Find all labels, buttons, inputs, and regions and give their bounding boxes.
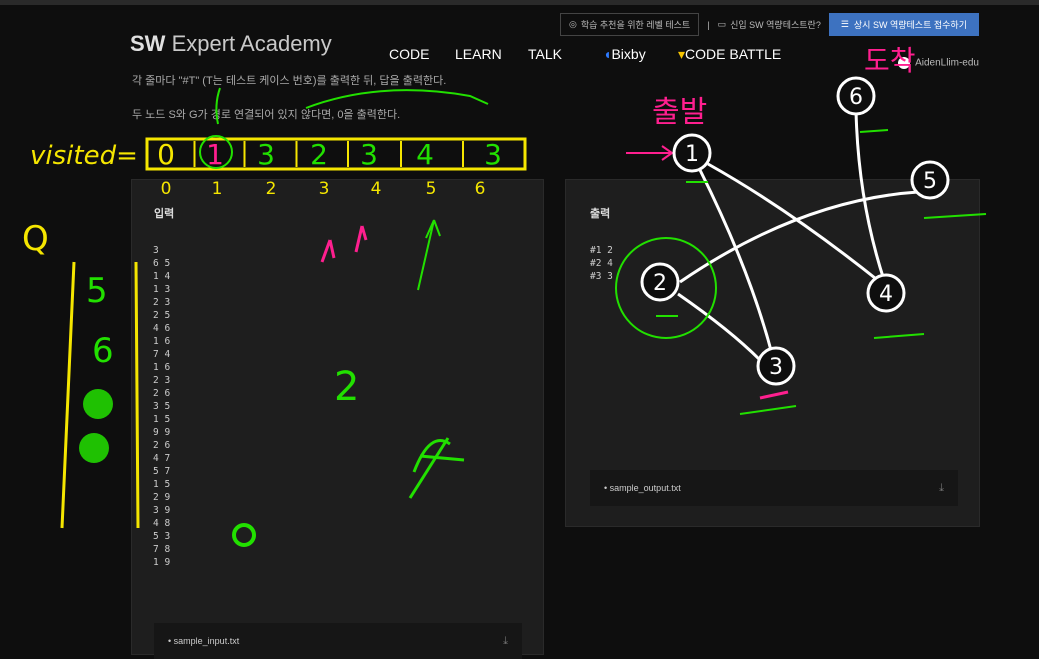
- apply-test-button[interactable]: ☰ 상시 SW 역량테스트 접수하기: [828, 13, 979, 36]
- problem-line-1: 각 줄마다 "#T" (T는 테스트 케이스 번호)를 출력한 뒤, 답을 출력…: [132, 75, 447, 87]
- nav-code-battle[interactable]: ▾CODE BATTLE: [678, 46, 781, 63]
- input-line: 1 4: [153, 271, 171, 282]
- input-line: 4 8: [153, 518, 171, 529]
- check-circle-icon: ◎: [568, 19, 577, 29]
- input-line: 2 6: [153, 388, 171, 399]
- visited-array-box: [145, 137, 527, 171]
- queue-scribble-1: [83, 389, 113, 419]
- nav-talk[interactable]: TALK: [528, 46, 603, 63]
- visited-value: 1: [206, 138, 224, 171]
- input-line: 3 9: [153, 505, 171, 516]
- user-menu[interactable]: AidenLlim-edu: [897, 57, 979, 69]
- site-header: SW Expert Academy ◎ 학습 추천을 위한 레벨 테스트 | ▭…: [0, 5, 1039, 70]
- input-file-bar[interactable]: • sample_input.txt ⤓: [154, 623, 522, 659]
- output-line: #1 2: [590, 245, 613, 256]
- graph-node-circle: [672, 133, 712, 173]
- newbie-test-link[interactable]: ▭ 신입 SW 역량테스트란?: [718, 18, 821, 31]
- bixby-icon: ◖: [603, 46, 612, 62]
- main-nav: CODE LEARN TALK ◖Bixby ▾CODE BATTLE: [389, 46, 781, 63]
- graph-node-circle: [836, 76, 876, 116]
- input-line: 2 3: [153, 297, 171, 308]
- visited-value: 3: [257, 138, 275, 171]
- input-line: 3 5: [153, 401, 171, 412]
- input-line: 9 9: [153, 427, 171, 438]
- visited-value: 3: [360, 138, 378, 171]
- graph-node-label: 6: [849, 85, 863, 110]
- input-line: 2 5: [153, 310, 171, 321]
- visited-value: 4: [416, 138, 434, 171]
- input-line: 2 6: [153, 440, 171, 451]
- nav-bixby[interactable]: ◖Bixby: [603, 46, 678, 63]
- output-title: 출력: [590, 208, 611, 220]
- input-line: 2 3: [153, 375, 171, 386]
- level-test-link[interactable]: ◎ 학습 추천을 위한 레벨 테스트: [559, 13, 700, 36]
- download-icon[interactable]: ⤓: [939, 482, 944, 495]
- trophy-icon: ▾: [678, 46, 686, 62]
- start-label: 출발: [652, 95, 707, 130]
- nav-learn[interactable]: LEARN: [455, 46, 528, 63]
- queue-scribble-2: [79, 433, 109, 463]
- utility-bar: ◎ 학습 추천을 위한 레벨 테스트 | ▭ 신입 SW 역량테스트란? ☰ 상…: [559, 13, 979, 36]
- queue-label: Q: [22, 219, 49, 259]
- site-logo[interactable]: SW Expert Academy: [130, 31, 332, 57]
- visited-1-circle: [199, 135, 233, 169]
- output-content: #1 2 #2 4 #3 3: [590, 244, 613, 283]
- input-line: 3: [153, 245, 159, 256]
- newbie-test-label: 신입 SW 역량테스트란?: [730, 20, 821, 30]
- input-content: 3 6 5 1 4 1 3 2 3 2 5 4 6 1 6 7 4 1 6 2 3 2 6 3 5 1 5…: [153, 244, 170, 569]
- separator: |: [707, 19, 710, 30]
- input-line: 1 9: [153, 557, 171, 568]
- input-line: 7 4: [153, 349, 171, 360]
- input-line: 5 3: [153, 531, 171, 542]
- input-panel: 입력 3 6 5 1 4 1 3 2 3 2 5 4 6 1 6 7 4 1 6 2 3 2 6 3 5…: [131, 179, 544, 659]
- problem-line-2: 두 노드 S와 G가 경로 연결되어 있지 않다면, 0을 출력한다.: [132, 109, 401, 121]
- queue-item-5: 5: [86, 271, 108, 311]
- visited-cells: 0132343: [157, 138, 502, 171]
- graph-node-label: 1: [685, 142, 699, 167]
- input-line: 6 5: [153, 258, 171, 269]
- input-line: 5 7: [153, 466, 171, 477]
- input-line: 4 7: [153, 453, 171, 464]
- output-panel: 출력 #1 2 #2 4 #3 3 • sample_output.txt ⤓: [565, 179, 980, 527]
- output-line: #3 3: [590, 271, 613, 282]
- laptop-icon: ▭: [717, 19, 727, 29]
- start-arrow: [626, 145, 674, 161]
- level-test-label: 학습 추천을 위한 레벨 테스트: [580, 20, 691, 30]
- visited-value: 3: [484, 138, 502, 171]
- input-line: 1 6: [153, 362, 171, 373]
- input-line: 1 3: [153, 284, 171, 295]
- input-title: 입력: [154, 208, 175, 220]
- visited-value: 2: [310, 138, 328, 171]
- username: AidenLlim-edu: [915, 57, 979, 69]
- output-file-name[interactable]: • sample_output.txt: [604, 483, 681, 493]
- input-file-name[interactable]: • sample_input.txt: [168, 636, 239, 646]
- apply-test-label: 상시 SW 역량테스트 접수하기: [853, 20, 967, 30]
- input-line: 2 9: [153, 492, 171, 503]
- visited-value: 0: [157, 138, 175, 171]
- avatar: [897, 57, 910, 69]
- visited-label: visited=: [30, 141, 138, 171]
- output-line: #2 4: [590, 258, 613, 269]
- queue-item-6: 6: [92, 331, 114, 371]
- nav-code[interactable]: CODE: [389, 46, 455, 63]
- input-line: 7 8: [153, 544, 171, 555]
- output-file-bar[interactable]: • sample_output.txt ⤓: [590, 470, 958, 506]
- input-line: 4 6: [153, 323, 171, 334]
- input-line: 1 5: [153, 414, 171, 425]
- list-icon: ☰: [840, 19, 849, 29]
- download-icon[interactable]: ⤓: [503, 635, 508, 648]
- input-line: 1 5: [153, 479, 171, 490]
- input-line: 1 6: [153, 336, 171, 347]
- queue-box: [60, 261, 140, 529]
